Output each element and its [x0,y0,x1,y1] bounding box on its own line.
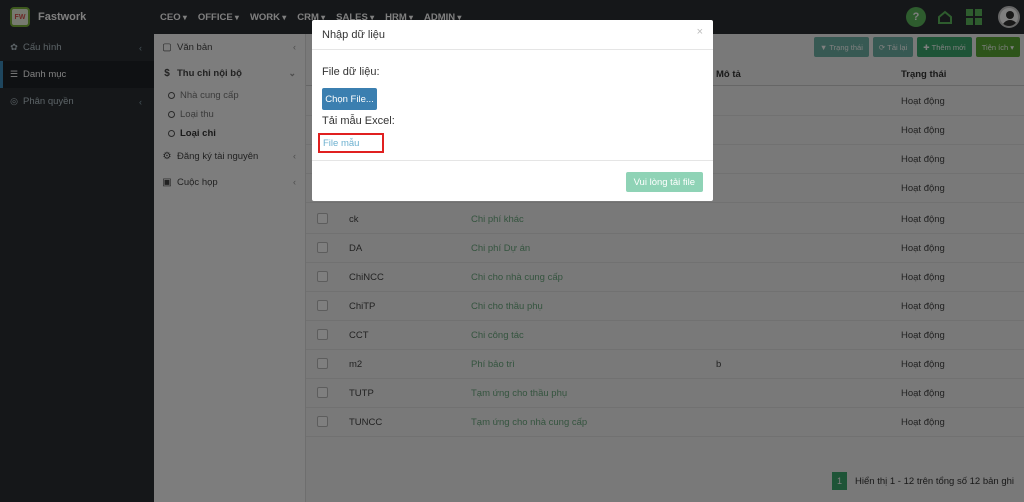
choose-file-button[interactable]: Chọn File... [322,88,377,110]
modal-body: File dữ liệu: Chọn File... Tải mẫu Excel… [312,50,713,160]
upload-file-button[interactable]: Vui lòng tải file [625,172,703,192]
file-data-label: File dữ liệu: [322,66,380,78]
template-label: Tải mẫu Excel: [322,115,395,127]
close-icon[interactable]: × [697,26,703,38]
modal-footer: Vui lòng tải file [312,160,713,201]
modal-header: Nhập dữ liệu × [312,20,713,50]
sample-file-link[interactable]: File mẫu [318,133,384,153]
import-data-modal: Nhập dữ liệu × File dữ liệu: Chọn File..… [312,20,713,201]
modal-title: Nhập dữ liệu [322,28,386,41]
